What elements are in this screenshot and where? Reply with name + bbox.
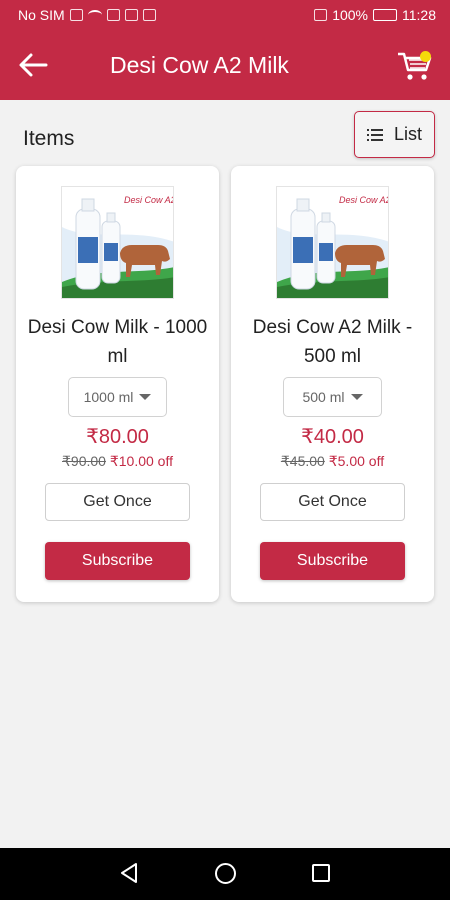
- product-image[interactable]: Desi Cow A2 Milk: [61, 186, 174, 299]
- product-card[interactable]: Desi Cow A2 Milk Desi Cow Milk - 1000 ml…: [16, 166, 219, 602]
- wrench-icon: [124, 9, 138, 21]
- subscribe-button[interactable]: Subscribe: [260, 542, 405, 580]
- sim-icon: [69, 9, 83, 21]
- product-price: ₹40.00: [301, 426, 364, 448]
- list-icon: [366, 128, 383, 141]
- status-bar-right: 100% 11:28: [314, 7, 436, 23]
- product-name: Desi Cow A2 Milk - 500 ml: [252, 317, 413, 367]
- image-icon: [142, 9, 156, 21]
- usb-icon: [106, 9, 120, 21]
- battery-text: 100%: [332, 7, 368, 23]
- arrow-left-icon[interactable]: [16, 50, 50, 80]
- app-bar: Desi Cow A2 Milk: [0, 30, 450, 100]
- variant-value: 1000 ml: [83, 389, 134, 405]
- product-image[interactable]: Desi Cow A2 Milk: [276, 186, 389, 299]
- discount-text: ₹10.00 off: [109, 453, 173, 469]
- nav-back-icon[interactable]: [119, 862, 139, 884]
- status-bar: No SIM 100% 11:28: [0, 0, 450, 30]
- page-title: Desi Cow A2 Milk: [110, 52, 289, 78]
- price-details: ₹45.00 ₹5.00 off: [231, 453, 434, 470]
- nav-home-icon[interactable]: [215, 863, 236, 884]
- wifi-icon: [87, 10, 102, 20]
- chevron-down-icon: [350, 394, 363, 400]
- chevron-down-icon: [139, 394, 152, 400]
- section-title: Items: [23, 127, 75, 150]
- nav-recents-icon[interactable]: [312, 864, 330, 882]
- product-name: Desi Cow Milk - 1000 ml: [27, 317, 208, 367]
- time-text: 11:28: [402, 7, 436, 23]
- vibrate-icon: [314, 9, 328, 21]
- get-once-button[interactable]: Get Once: [260, 483, 405, 521]
- carrier-text: No SIM: [18, 7, 65, 23]
- list-view-label: List: [393, 124, 422, 144]
- list-view-button[interactable]: List: [354, 111, 435, 158]
- variant-select[interactable]: 500 ml: [283, 377, 382, 417]
- variant-value: 500 ml: [302, 389, 345, 405]
- status-bar-left: No SIM: [18, 7, 156, 23]
- battery-icon: [373, 9, 397, 21]
- image-label: Desi Cow A2 Milk: [339, 195, 389, 205]
- cart-badge: [420, 51, 431, 62]
- discount-text: ₹5.00 off: [328, 453, 385, 469]
- price-details: ₹90.00 ₹10.00 off: [16, 453, 219, 470]
- variant-select[interactable]: 1000 ml: [68, 377, 167, 417]
- image-label: Desi Cow A2 Milk: [124, 195, 174, 205]
- get-once-button[interactable]: Get Once: [45, 483, 190, 521]
- original-price: ₹90.00: [62, 453, 106, 469]
- system-nav-bar: [0, 848, 450, 900]
- subscribe-button[interactable]: Subscribe: [45, 542, 190, 580]
- original-price: ₹45.00: [280, 453, 325, 469]
- product-card[interactable]: Desi Cow A2 Milk Desi Cow A2 Milk - 500 …: [231, 166, 434, 602]
- product-price: ₹80.00: [86, 426, 149, 448]
